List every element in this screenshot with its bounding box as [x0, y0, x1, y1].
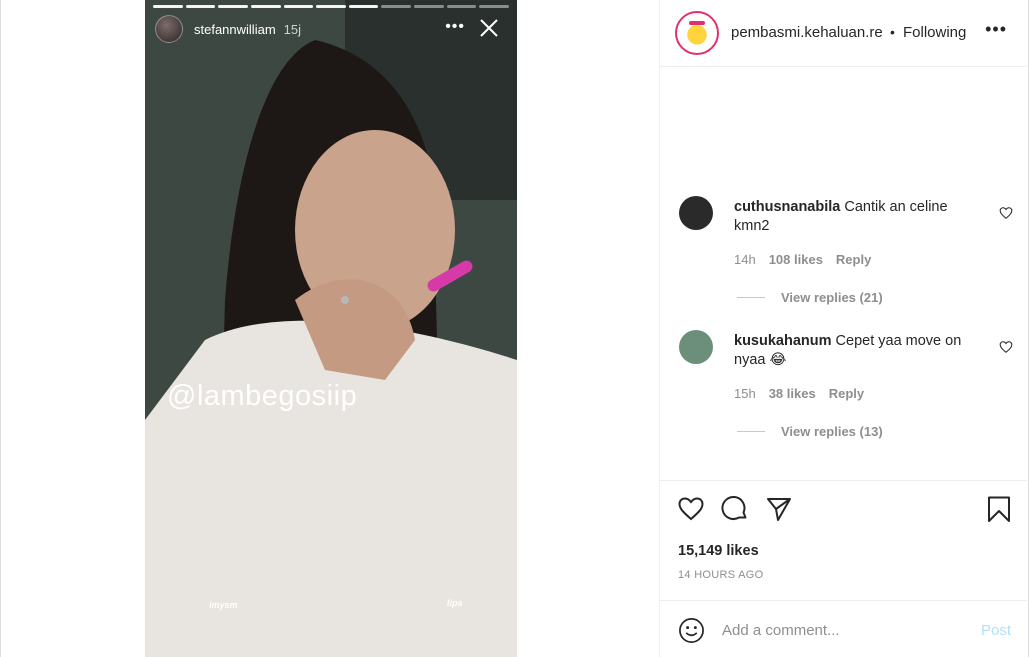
story-progress-segment [316, 5, 346, 8]
media-area: stefannwilliam 15j ••• @lambegosiip imys… [0, 0, 659, 657]
comment-avatar[interactable] [679, 196, 713, 230]
post-comment-button[interactable]: Post [981, 622, 1011, 639]
story-sticker-text: imysm [209, 600, 238, 610]
story-progress-segment [185, 5, 216, 8]
view-replies-button[interactable]: View replies (21) [737, 290, 883, 305]
comment-heart-icon[interactable] [999, 206, 1013, 220]
story-progress-segment [218, 5, 248, 8]
comment-text: kusukahanum Cepet yaa move on nyaa 😂 [734, 332, 984, 370]
comment-time: 14h [734, 252, 756, 267]
comment-username[interactable]: kusukahanum [734, 333, 832, 349]
story-progress-bar [153, 5, 510, 8]
story-username[interactable]: stefannwilliam [194, 22, 276, 37]
reply-button[interactable]: Reply [836, 252, 871, 267]
replies-divider [737, 431, 765, 432]
close-icon[interactable] [477, 16, 501, 40]
author-avatar[interactable] [675, 11, 719, 55]
story-progress-segment [283, 5, 314, 8]
comment-text: cuthusnanabila Cantik an celine kmn2 [734, 198, 984, 236]
story-more-icon[interactable]: ••• [445, 19, 465, 35]
comment-time: 15h [734, 386, 756, 401]
comment-meta: 15h 38 likes Reply [734, 386, 864, 401]
story-progress-segment [446, 5, 477, 8]
post-side-panel: pembasmi.kehaluan.re • Following ••• cut… [659, 0, 1029, 657]
comment-icon[interactable] [721, 495, 749, 523]
view-replies-button[interactable]: View replies (13) [737, 424, 883, 439]
story-progress-segment [381, 5, 412, 8]
share-icon[interactable] [765, 495, 793, 523]
story-progress-segment [479, 5, 510, 8]
post-likes-count[interactable]: 15,149 likes [678, 543, 759, 559]
view-replies-label: View replies (13) [781, 424, 883, 439]
add-comment-bar: Post [660, 600, 1029, 657]
story-photo [145, 0, 517, 657]
story-progress-segment [153, 5, 183, 8]
post-header: pembasmi.kehaluan.re • Following ••• [660, 0, 1029, 67]
comment-input[interactable] [722, 618, 967, 642]
heart-icon[interactable] [677, 495, 705, 523]
bookmark-icon[interactable] [985, 495, 1013, 523]
story-progress-segment [414, 5, 444, 8]
author-username[interactable]: pembasmi.kehaluan.re [731, 24, 887, 41]
comment-heart-icon[interactable] [999, 340, 1013, 354]
following-button[interactable]: Following [903, 24, 966, 41]
comment-username[interactable]: cuthusnanabila [734, 199, 840, 215]
post-timestamp: 14 HOURS AGO [678, 569, 764, 581]
separator-dot: • [890, 24, 895, 40]
post-actions: 15,149 likes 14 HOURS AGO [660, 480, 1029, 600]
story-header: stefannwilliam 15j ••• [155, 14, 507, 44]
replies-divider [737, 297, 765, 298]
story-media[interactable]: stefannwilliam 15j ••• @lambegosiip imys… [145, 0, 517, 657]
emoji-icon[interactable] [678, 617, 705, 644]
view-replies-label: View replies (21) [781, 290, 883, 305]
comment-avatar[interactable] [679, 330, 713, 364]
story-time: 15j [283, 21, 302, 37]
story-sticker-text: lips [447, 598, 463, 608]
story-progress-segment [348, 5, 379, 8]
story-avatar[interactable] [155, 15, 183, 43]
story-mention-tag[interactable]: @lambegosiip [167, 380, 357, 413]
story-progress-segment [250, 5, 281, 8]
comment-meta: 14h 108 likes Reply [734, 252, 871, 267]
comment-likes[interactable]: 108 likes [769, 252, 823, 267]
comment-likes[interactable]: 38 likes [769, 386, 816, 401]
reply-button[interactable]: Reply [829, 386, 864, 401]
more-options-icon[interactable]: ••• [985, 20, 1007, 38]
